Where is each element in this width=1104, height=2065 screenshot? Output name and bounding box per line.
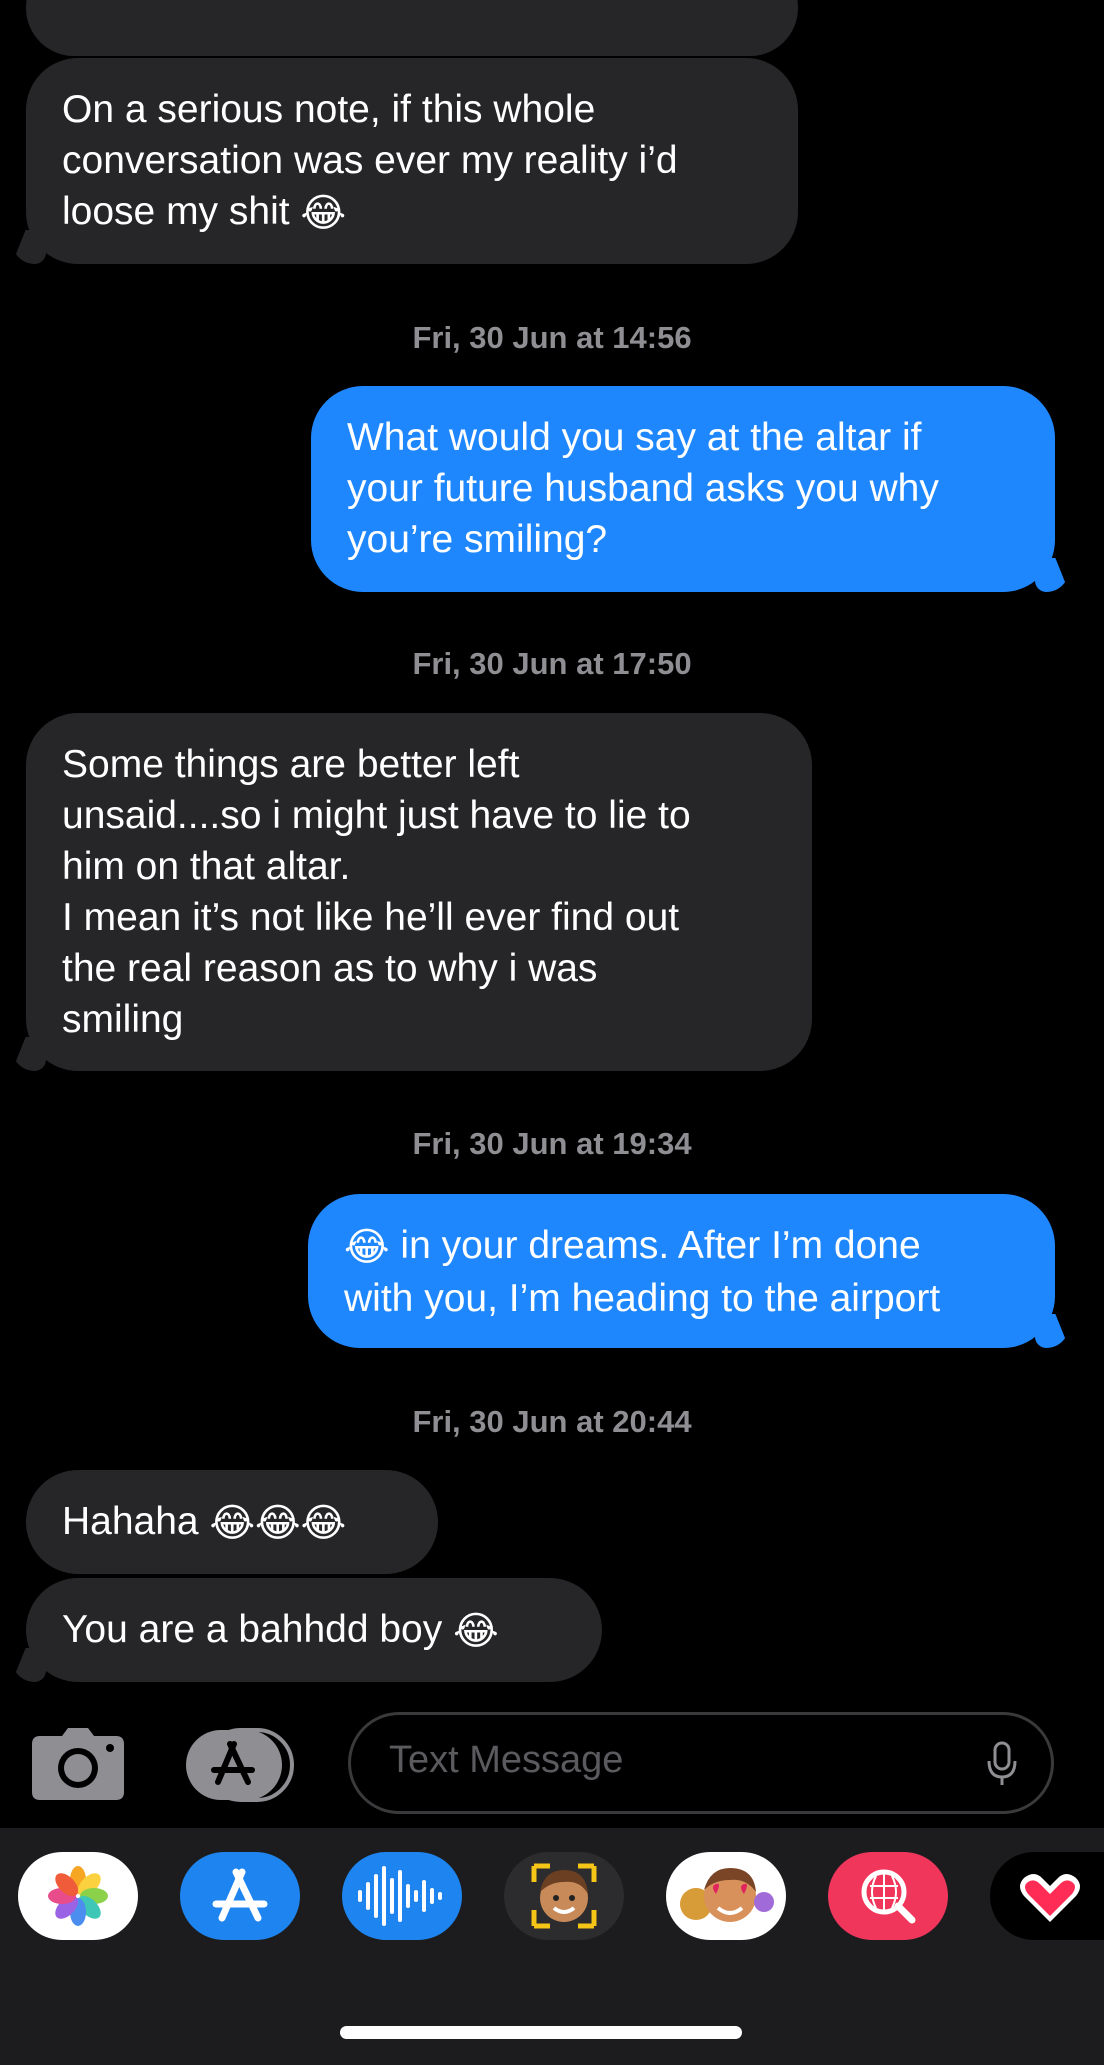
message-input-placeholder: Text Message xyxy=(389,1739,624,1781)
message-line: with you, I’m heading to the airport xyxy=(344,1277,941,1321)
message-line: What would you say at the altar if xyxy=(347,416,922,459)
home-indicator[interactable] xyxy=(340,2026,742,2039)
message-bubble-received[interactable]: You are a bahhdd boy 😂 xyxy=(26,1578,602,1682)
laughing-emoji-group: 😂😂😂 xyxy=(209,1502,347,1546)
laughing-emoji: 😂 xyxy=(453,1610,499,1654)
microphone-icon[interactable] xyxy=(987,1741,1017,1792)
message-line: loose my shit xyxy=(62,190,290,233)
memoji-app-icon[interactable] xyxy=(504,1852,624,1940)
message-bubble-received[interactable]: Hahaha 😂😂😂 xyxy=(26,1470,438,1574)
message-line: him on that altar. xyxy=(62,845,351,888)
message-bubble-received[interactable]: Some things are better left unsaid....so… xyxy=(26,713,812,1071)
message-line: conversation was ever my reality i’d xyxy=(62,139,678,182)
laughing-emoji: 😂 xyxy=(300,192,347,236)
app-store-app-icon[interactable] xyxy=(180,1852,300,1940)
timestamp: Fri, 30 Jun at 19:34 xyxy=(412,1126,692,1161)
digital-touch-app-icon[interactable] xyxy=(990,1852,1104,1940)
timestamp: Fri, 30 Jun at 14:56 xyxy=(412,320,692,355)
message-bubble-received[interactable]: On a serious note, if this whole convers… xyxy=(26,58,798,264)
images-search-app-icon[interactable] xyxy=(828,1852,948,1940)
photos-app-icon[interactable] xyxy=(18,1852,138,1940)
camera-icon[interactable] xyxy=(32,1728,124,1800)
message-line: On a serious note, if this whole xyxy=(62,88,596,131)
message-line: smiling xyxy=(62,998,184,1041)
audio-message-app-icon[interactable] xyxy=(342,1852,462,1940)
message-input[interactable]: Text Message xyxy=(348,1712,1054,1814)
memoji-stickers-app-icon[interactable] xyxy=(666,1852,786,1940)
timestamp: Fri, 30 Jun at 20:44 xyxy=(412,1404,692,1439)
message-line: you’re smiling? xyxy=(347,518,608,561)
message-line: I mean it’s not like he’ll ever find out xyxy=(62,896,680,939)
message-line: in your dreams. After I’m done xyxy=(400,1224,921,1267)
app-store-icon[interactable] xyxy=(186,1728,298,1802)
message-line: the real reason as to why i was xyxy=(62,947,598,990)
message-bubble-sent[interactable]: 😂 in your dreams. After I’m done with yo… xyxy=(308,1194,1055,1348)
message-bubble-partial[interactable]: long xyxy=(26,0,798,56)
message-line: unsaid....so i might just have to lie to xyxy=(62,794,691,837)
message-line: your future husband asks you why xyxy=(347,467,939,510)
laughing-emoji: 😂 xyxy=(344,1226,390,1270)
timestamp: Fri, 30 Jun at 17:50 xyxy=(412,646,692,681)
message-bubble-sent[interactable]: What would you say at the altar if your … xyxy=(311,386,1055,592)
message-text: Hahaha xyxy=(62,1500,199,1543)
message-text: You are a bahhdd boy xyxy=(62,1608,443,1651)
message-line: Some things are better left xyxy=(62,743,520,786)
